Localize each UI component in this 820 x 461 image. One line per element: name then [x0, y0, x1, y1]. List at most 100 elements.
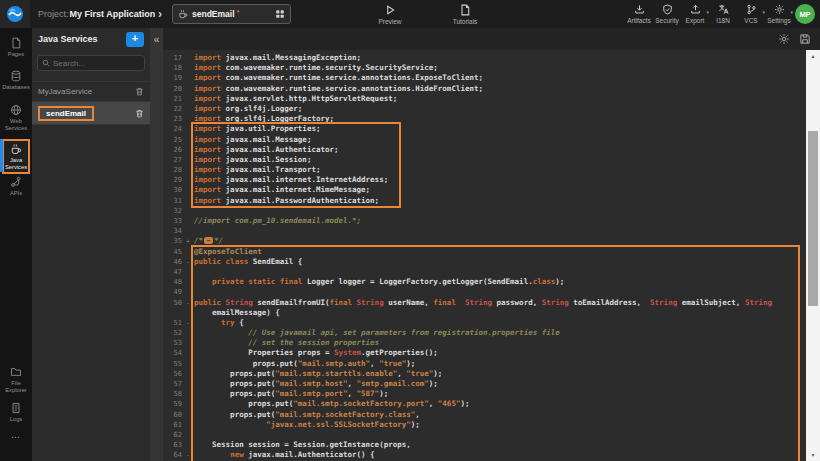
code-text: // Use javamail api, set parameters from… — [191, 328, 560, 338]
line-number: 46 — [163, 257, 185, 267]
panel-collapse-rail[interactable]: « — [150, 28, 163, 461]
sidebar-label: File Explorer — [2, 380, 30, 393]
line-number: 30 — [163, 185, 185, 195]
sidebar-item-logs[interactable]: Logs — [1, 402, 31, 423]
line-number: 62 — [163, 430, 185, 440]
line-number: 52 — [163, 328, 185, 338]
project-breadcrumb: Project: My First Application — [38, 0, 155, 28]
line-number: 59 — [163, 399, 185, 409]
artifacts-button[interactable]: Artifacts — [626, 4, 652, 24]
code-area[interactable]: 17import javax.mail.MessagingException;1… — [163, 53, 806, 461]
code-line: 33//import com.pm_10.sendemail.model.*; — [163, 216, 806, 226]
line-number: 55 — [163, 359, 185, 369]
line-number: 57 — [163, 379, 185, 389]
code-line: 50-public String sendEmailfromUI(final S… — [163, 298, 806, 308]
sidebar-label: Logs — [10, 416, 23, 423]
tutorials-button[interactable]: Tutorials — [443, 4, 487, 25]
collapse-panel-icon[interactable]: « — [150, 34, 163, 45]
settings-button[interactable]: ▾ Settings — [766, 4, 792, 24]
scrollbar-thumb[interactable] — [808, 131, 818, 306]
app-logo[interactable] — [0, 0, 30, 28]
code-text: props.put("mail.smtp.socketFactory.class… — [191, 410, 420, 420]
list-end-divider — [32, 124, 150, 144]
sidebar-label: Pages — [8, 51, 24, 58]
code-line: 45@ExposeToClient — [163, 247, 806, 257]
service-name: MyJavaService — [38, 87, 92, 96]
scroll-up-icon[interactable]: ▲ — [806, 53, 820, 59]
grid-icon[interactable] — [275, 9, 285, 19]
sidebar-label: Java Services — [4, 157, 28, 170]
code-text: Properties props = System.getProperties(… — [191, 348, 438, 358]
security-shield-icon — [662, 4, 673, 15]
code-text: import javax.mail.MessagingException; — [191, 53, 361, 63]
tutorials-icon — [459, 4, 471, 16]
scroll-down-icon[interactable]: ▼ — [806, 452, 820, 458]
code-text: props.put("mail.smtp.port", "587"); — [191, 389, 388, 399]
top-actions: Artifacts Security ▾ Export I18N ▾ VCS — [626, 4, 792, 24]
code-line: 27import javax.mail.Session; — [163, 155, 806, 165]
line-number: 29 — [163, 175, 185, 185]
code-text — [191, 206, 194, 216]
code-line: 34 — [163, 226, 806, 236]
code-text: import javax.mail.Message; — [191, 135, 311, 145]
sidebar-item-web-services[interactable]: Web Services — [1, 104, 31, 131]
chevron-down-icon: ▾ — [762, 9, 765, 15]
export-button[interactable]: ▾ Export — [682, 4, 708, 24]
delete-icon[interactable] — [135, 87, 144, 96]
java-services-panel: Java Services + Search... MyJavaService … — [32, 28, 150, 461]
sidebar-item-databases[interactable]: Databases — [1, 70, 31, 91]
line-number — [163, 308, 185, 318]
code-line: 23import org.slf4j.LoggerFactory; — [163, 114, 806, 124]
code-text: import com.wavemaker.runtime.security.Se… — [191, 63, 438, 73]
line-number: 20 — [163, 84, 185, 94]
sidebar-item-file-explorer[interactable]: File Explorer — [1, 366, 31, 393]
code-text: // set the session properties — [191, 338, 379, 348]
sidebar-item-java-services[interactable]: Java Services — [2, 139, 30, 174]
preview-button[interactable]: Preview — [368, 4, 412, 25]
sidebar-item-more[interactable]: ⋯ — [1, 432, 31, 442]
delete-icon[interactable] — [135, 109, 144, 118]
line-number: 47 — [163, 267, 185, 277]
code-line: 18import com.wavemaker.runtime.security.… — [163, 63, 806, 73]
code-text: import javax.mail.Authenticator; — [191, 145, 339, 155]
sidebar-item-pages[interactable]: Pages — [1, 37, 31, 58]
security-button[interactable]: Security — [654, 4, 680, 24]
preview-label: Preview — [378, 18, 401, 25]
add-java-service-button[interactable]: + — [126, 32, 144, 47]
sidebar-item-apis[interactable]: APIs — [1, 176, 31, 197]
i18n-button[interactable]: I18N — [710, 4, 736, 24]
code-line: 58 props.put("mail.smtp.port", "587"); — [163, 389, 806, 399]
code-text: Session session = Session.getInstance(pr… — [191, 440, 411, 450]
more-icon: ⋯ — [11, 432, 21, 442]
pages-icon — [10, 37, 22, 49]
i18n-translate-icon — [718, 4, 729, 15]
line-number: 23 — [163, 114, 185, 124]
vertical-scrollbar[interactable]: ▲ ▼ — [806, 50, 820, 461]
code-text: public class SendEmail { — [191, 257, 302, 267]
list-item-sendemail[interactable]: sendEmail — [32, 101, 150, 124]
project-name: My First Application — [70, 9, 156, 19]
vcs-button[interactable]: ▾ VCS — [738, 4, 764, 24]
editor-toolbar — [163, 28, 820, 50]
code-line: 46-public class SendEmail { — [163, 257, 806, 267]
code-line: 24import java.util.Properties; — [163, 124, 806, 134]
code-text: props.put("mail.smtp.host", "smtp.gmail.… — [191, 379, 438, 389]
search-input[interactable]: Search... — [37, 55, 145, 71]
line-number: 21 — [163, 94, 185, 104]
list-item-myjavaservice[interactable]: MyJavaService — [32, 81, 150, 101]
code-line: 21 import javax.servlet.http.HttpServletR… — [163, 94, 806, 104]
web-services-icon — [10, 104, 22, 116]
user-avatar[interactable]: MP — [795, 4, 815, 24]
code-text: import javax.servlet.http.HttpServletReq… — [191, 94, 397, 104]
export-icon — [690, 4, 701, 15]
line-number: 25 — [163, 135, 185, 145]
editor-settings-gear-icon[interactable] — [778, 33, 790, 45]
code-line: 55 props.put("mail.smtp.auth", "true"); — [163, 359, 806, 369]
chevron-right-icon[interactable]: › — [158, 7, 162, 21]
code-line: 22import org.slf4j.Logger; — [163, 104, 806, 114]
tab-sendemail[interactable]: sendEmail * — [172, 4, 291, 24]
unsaved-indicator: * — [237, 8, 240, 17]
save-icon[interactable] — [799, 33, 811, 45]
sidebar-label: APIs — [10, 190, 22, 197]
chevron-down-icon: ▾ — [790, 9, 793, 15]
